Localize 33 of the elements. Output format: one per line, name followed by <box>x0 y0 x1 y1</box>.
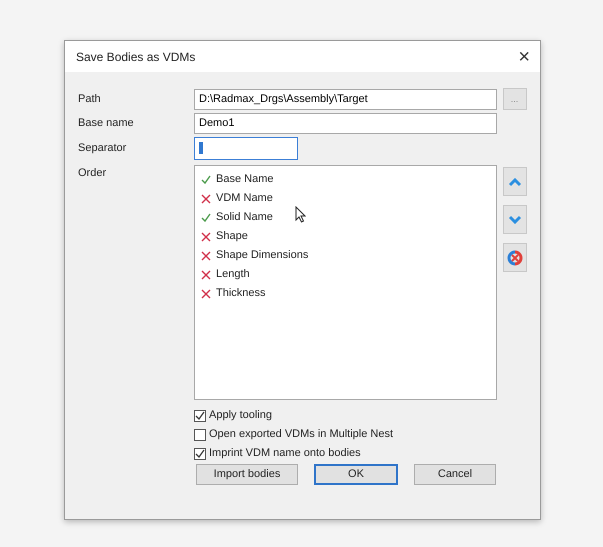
text-field[interactable]: D:\Radmax_Drgs\Assembly\Target <box>194 88 497 110</box>
checkbox[interactable] <box>194 448 206 460</box>
window-title: Save Bodies as VDMs <box>76 48 196 66</box>
field-label: Base name <box>78 116 135 131</box>
list-item-label: Thickness <box>216 286 266 302</box>
dialog-button[interactable]: Import bodies <box>196 464 298 485</box>
move-down-button[interactable] <box>502 205 526 234</box>
separator-field[interactable] <box>194 136 298 160</box>
field-label: Path <box>78 92 102 107</box>
dialog-button[interactable]: OK <box>314 464 398 485</box>
checkbox-label: Apply tooling <box>209 408 272 424</box>
chevron-up-icon <box>508 176 522 186</box>
move-up-button[interactable] <box>502 167 526 196</box>
reset-button[interactable] <box>502 243 526 272</box>
list-item-label: Shape Dimensions <box>216 248 308 264</box>
list-item-label: Length <box>216 267 250 282</box>
chevron-down-icon <box>508 214 522 224</box>
reset-icon <box>506 250 522 266</box>
checkbox[interactable] <box>194 428 206 440</box>
list-item-label: Shape <box>216 229 248 244</box>
text-field[interactable]: Demo1 <box>194 112 497 134</box>
close-button[interactable]: × <box>514 46 534 66</box>
checkbox-label: Open exported VDMs in Multiple Nest <box>209 427 394 442</box>
field-label: Separator <box>78 140 128 156</box>
mouse-pointer-icon <box>295 206 306 223</box>
order-list[interactable]: Base Name VDM Name Solid Name Shape Shape Dimensions Length Thickness <box>194 165 497 400</box>
checkbox[interactable] <box>194 410 206 422</box>
order-label: Order <box>78 166 108 181</box>
checkbox-label: Imprint VDM name onto bodies <box>209 446 361 462</box>
dialog-button[interactable]: Cancel <box>414 464 496 485</box>
list-item-label: Solid Name <box>216 210 273 226</box>
list-item-label: VDM Name <box>216 191 273 206</box>
list-item-label: Base Name <box>216 172 274 188</box>
